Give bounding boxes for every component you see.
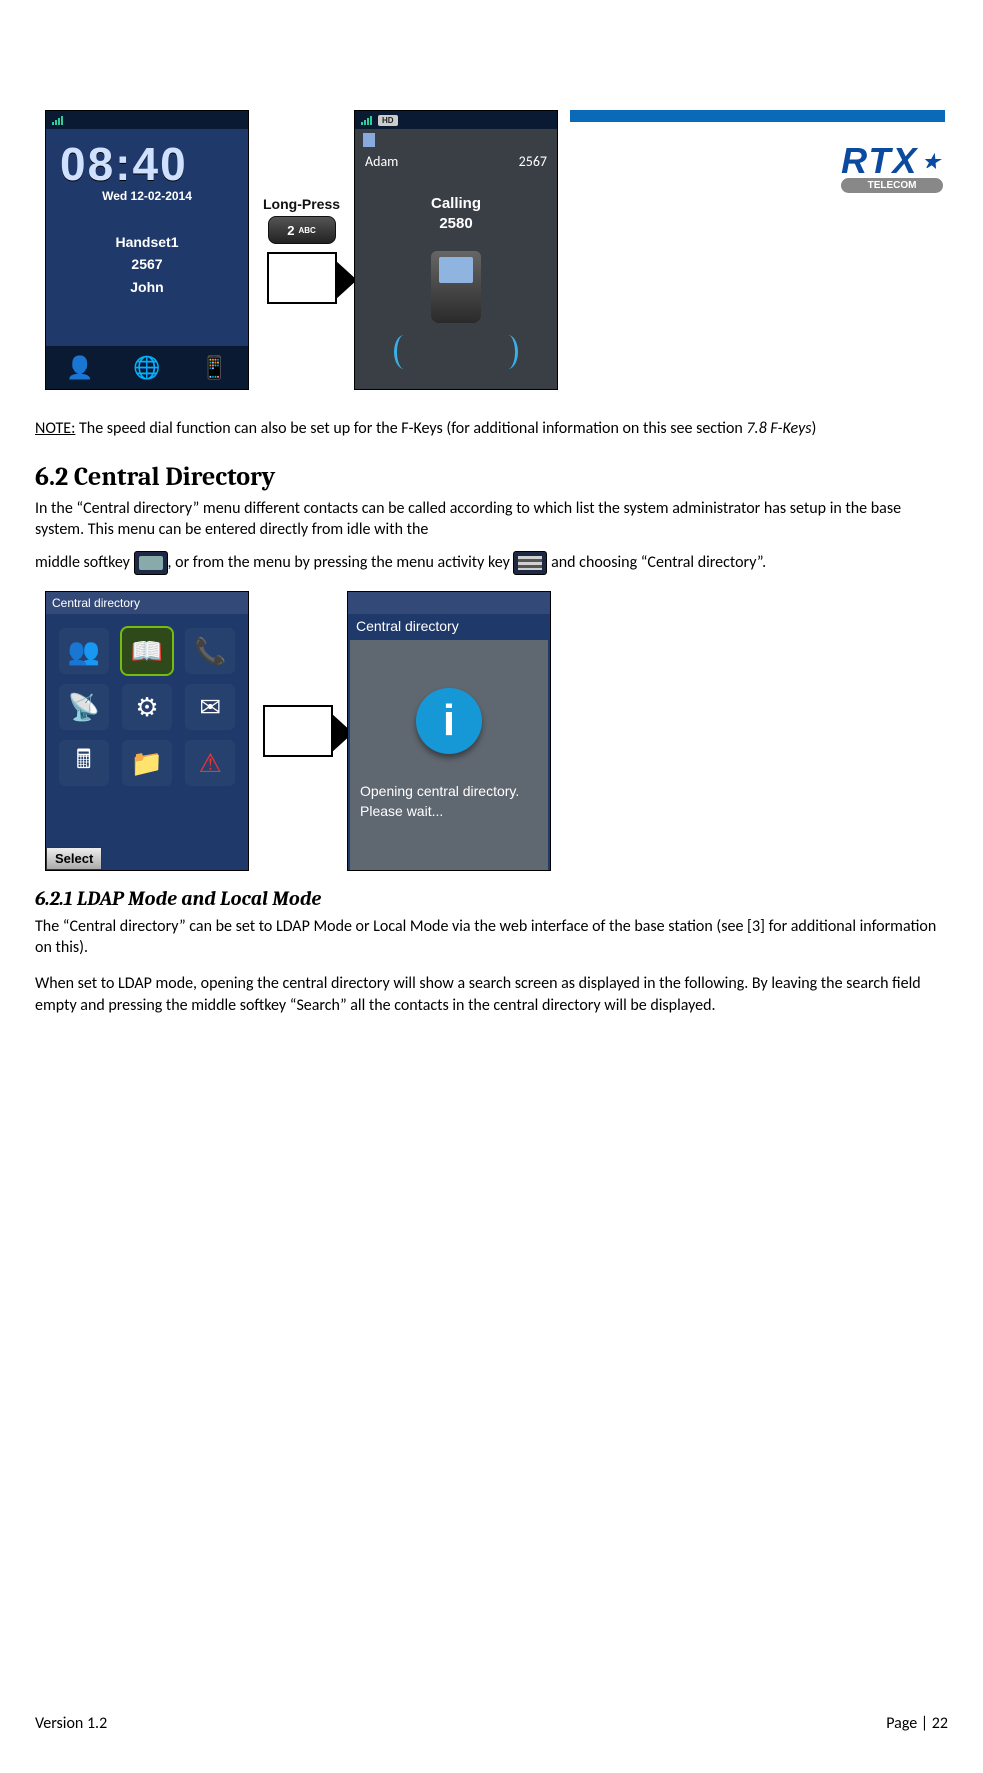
logo-text: RTX⋆: [841, 140, 943, 182]
header-accent-bar: [570, 110, 945, 122]
menu-title: Central directory: [46, 592, 248, 614]
figure-speed-dial: 08:40 Wed 12-02-2014 Handset1 2567 John …: [45, 110, 948, 390]
call-header: [355, 129, 557, 151]
note-label: NOTE:: [35, 419, 75, 438]
arrow-indicator: [263, 705, 333, 757]
key-digit: 2: [287, 223, 294, 238]
signal-icon: [361, 115, 372, 125]
settings-icon[interactable]: ⚙: [122, 684, 172, 730]
idle-info: Handset1 2567 John: [46, 231, 248, 298]
contact-row: Adam 2567: [355, 151, 557, 172]
phone-menu-screen: Central directory 👥 📖 📞 📡 ⚙ ✉ 🖩 📁 ⚠ Sele…: [45, 591, 249, 871]
title-bar-spacer: [348, 592, 550, 614]
figure-central-directory: Central directory 👥 📖 📞 📡 ⚙ ✉ 🖩 📁 ⚠ Sele…: [45, 591, 948, 871]
key-2-button: 2 ABC: [268, 216, 336, 244]
central-directory-icon[interactable]: 📖: [122, 628, 172, 674]
folder-icon[interactable]: 📁: [122, 740, 172, 786]
phone-calling-screen: HD Adam 2567 Calling 2580: [354, 110, 558, 390]
network-icon[interactable]: 📡: [59, 684, 109, 730]
contact-number: 2567: [519, 153, 547, 170]
calls-icon[interactable]: 📞: [185, 628, 235, 674]
handset-name: Handset1: [46, 231, 248, 253]
softkey-book-icon: [134, 551, 168, 575]
arrow-icon: [263, 705, 333, 757]
info-message: Opening central directory. Please wait..…: [350, 782, 529, 821]
info-icon: i: [416, 688, 482, 754]
menu-key-icon: [513, 551, 547, 575]
sound-wave-icon: [394, 335, 414, 369]
softkey-bar: 👤 🌐 📱: [46, 345, 248, 389]
contact-name: Adam: [365, 153, 398, 170]
arrow-icon: [267, 252, 337, 304]
info-panel: i Opening central directory. Please wait…: [350, 640, 548, 870]
contacts-icon[interactable]: 👥: [59, 628, 109, 674]
messages-icon[interactable]: ✉: [185, 684, 235, 730]
paragraph-intro-1: In the “Central directory” menu differen…: [35, 498, 948, 541]
phone-idle-screen: 08:40 Wed 12-02-2014 Handset1 2567 John …: [45, 110, 249, 390]
calculator-icon[interactable]: 🖩: [59, 740, 109, 786]
handset-icon: [431, 251, 481, 323]
note-paragraph: NOTE: The speed dial function can also b…: [35, 418, 948, 440]
flag-icon: [363, 133, 375, 147]
heading-6-2: 6.2 Central Directory: [35, 462, 948, 492]
handset-number: 2567: [46, 253, 248, 275]
clock: 08:40: [60, 137, 248, 191]
sound-wave-icon: [498, 335, 518, 369]
paragraph-ldap-1: The “Central directory” can be set to LD…: [35, 916, 948, 959]
page-footer: Version 1.2 Page | 22: [35, 1714, 948, 1733]
page-number: Page | 22: [886, 1714, 948, 1733]
paragraph-intro-2: middle softkey , or from the menu by pre…: [35, 551, 948, 575]
heading-6-2-1: 6.2.1 LDAP Mode and Local Mode: [35, 887, 948, 910]
alert-icon[interactable]: ⚠: [185, 740, 235, 786]
contacts-icon[interactable]: 👤: [66, 354, 93, 381]
user-name: John: [46, 276, 248, 298]
signal-icon: [52, 115, 63, 125]
status-bar: [46, 111, 248, 129]
calling-status: Calling 2580: [386, 194, 526, 233]
long-press-label: Long-Press: [263, 196, 340, 212]
select-softkey[interactable]: Select: [46, 847, 102, 870]
status-bar: HD: [355, 111, 557, 129]
menu-grid: 👥 📖 📞 📡 ⚙ ✉ 🖩 📁 ⚠: [46, 614, 248, 800]
logo: RTX⋆ TELECOM: [841, 140, 943, 193]
key-letters: ABC: [298, 226, 315, 235]
phone-opening-directory-screen: Central directory i Opening central dire…: [347, 591, 551, 871]
phone-icon[interactable]: 📱: [201, 354, 228, 381]
version-label: Version 1.2: [35, 1714, 107, 1733]
hd-badge: HD: [378, 115, 398, 126]
paragraph-ldap-2: When set to LDAP mode, opening the centr…: [35, 973, 948, 1016]
date: Wed 12-02-2014: [46, 189, 248, 203]
screen-title: Central directory: [348, 614, 550, 638]
calling-box: Calling 2580: [386, 194, 526, 323]
globe-icon[interactable]: 🌐: [133, 354, 160, 381]
long-press-indicator: Long-Press 2 ABC: [263, 196, 340, 304]
